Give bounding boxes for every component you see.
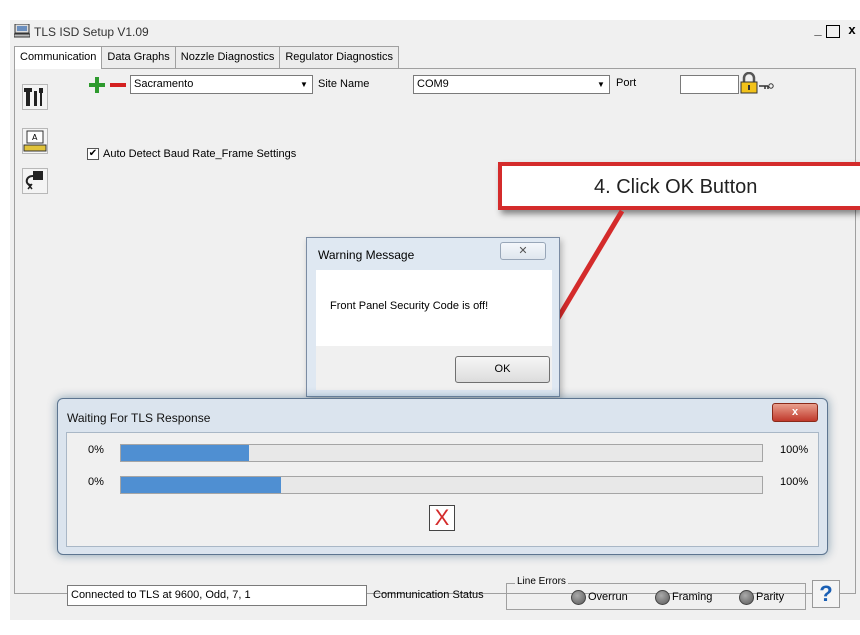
warning-dialog-title: Warning Message [318,248,415,262]
overrun-label: Overrun [588,591,628,603]
parity-label: Parity [756,591,785,603]
terminal-button[interactable]: A [22,128,48,154]
minus-icon [110,83,126,87]
warning-footer: OK [316,346,552,390]
waiting-dialog-title: Waiting For TLS Response [67,411,211,425]
port-value: COM9 [417,78,449,90]
plus-icon [89,77,105,93]
tab-data-graphs[interactable]: Data Graphs [101,46,176,68]
help-button[interactable]: ? [812,580,840,608]
auto-detect-label: Auto Detect Baud Rate_Frame Settings [103,148,297,160]
callout-text: 4. Click OK Button [594,176,758,198]
warning-message: Front Panel Security Code is off! [330,300,489,312]
title-bar: TLS ISD Setup V1.09 _ □ x [10,20,860,44]
warning-close-button[interactable]: ✕ [500,242,546,260]
site-name-select[interactable]: Sacramento ▼ [130,75,313,94]
keyboard-icon: A [23,130,47,152]
status-label: Communication Status [373,589,484,601]
progress-fill [121,477,282,493]
connection-button[interactable] [22,168,48,194]
ok-button[interactable]: OK [455,356,550,383]
auto-detect-checkbox[interactable]: ✔ [87,148,99,160]
tab-communication[interactable]: Communication [14,46,103,69]
progress-bar [120,444,763,462]
progress-fill [121,445,250,461]
maximize-button[interactable]: □ [826,25,840,38]
minimize-button[interactable]: _ [810,23,826,39]
port-select[interactable]: COM9 ▼ [413,75,610,94]
status-field: Connected to TLS at 9600, Odd, 7, 1 [67,585,367,606]
line-errors-label: Line Errors [515,576,568,587]
parity-led-icon [739,590,754,605]
tab-strip: Communication Data Graphs Nozzle Diagnosti… [14,46,399,69]
progress-end-label: 100% [780,444,809,456]
lock-icon[interactable] [740,71,774,94]
warning-dialog: Warning Message ✕ Front Panel Security C… [306,237,560,397]
waiting-body: 0% 100% 0% 100% X [66,432,819,547]
cable-icon [25,171,43,190]
tab-nozzle-diagnostics[interactable]: Nozzle Diagnostics [174,46,281,68]
framing-label: Framing [672,591,713,603]
tools-button[interactable] [22,84,48,110]
line-errors-group: Line Errors Overrun Framing Parity [506,576,806,610]
computer-icon [13,23,31,38]
site-name-value: Sacramento [134,78,194,90]
progress-start-label: 0% [88,444,104,456]
tab-regulator-diagnostics[interactable]: Regulator Diagnostics [279,46,399,68]
port-label: Port [616,77,637,89]
add-site-button[interactable] [88,76,106,94]
waiting-dialog: Waiting For TLS Response x 0% 100% 0% 10… [57,398,828,555]
chevron-down-icon: ▼ [300,80,308,89]
security-code-input[interactable] [680,75,739,94]
progress-bar [120,476,763,494]
progress-start-label: 0% [88,476,104,488]
close-button[interactable]: x [844,23,860,39]
progress-end-label: 100% [780,476,809,488]
svg-text:A: A [32,133,38,142]
instruction-callout: 4. Click OK Button [498,162,860,210]
remove-site-button[interactable] [109,76,127,94]
chevron-down-icon: ▼ [597,80,605,89]
site-name-label: Site Name [318,78,370,90]
window-title: TLS ISD Setup V1.09 [34,25,149,39]
waiting-close-button[interactable]: x [772,403,818,422]
warning-body: Front Panel Security Code is off! [316,270,552,346]
framing-led-icon [655,590,670,605]
tools-icon [24,88,43,106]
cancel-button[interactable]: X [429,505,455,531]
overrun-led-icon [571,590,586,605]
